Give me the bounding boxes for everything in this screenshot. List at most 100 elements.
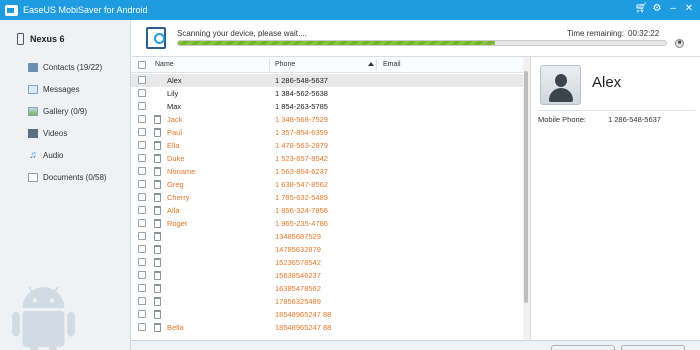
back-button[interactable] bbox=[551, 345, 615, 350]
settings-icon[interactable]: ⚙ bbox=[650, 2, 664, 16]
row-checkbox[interactable] bbox=[138, 89, 146, 97]
deleted-trash-icon bbox=[154, 232, 161, 241]
row-phone: 15638546237 bbox=[275, 271, 321, 280]
row-phone: 18548965247 88 bbox=[275, 310, 332, 319]
row-name: Roget bbox=[167, 219, 188, 228]
column-header-email[interactable]: Email bbox=[383, 61, 401, 68]
deleted-trash-icon bbox=[154, 245, 161, 254]
table-row[interactable]: Lily 1 384-562-5638 bbox=[131, 87, 523, 100]
window-title: EaseUS MobiSaver for Android bbox=[23, 5, 148, 15]
sidebar-item-videos[interactable]: Videos bbox=[28, 122, 107, 144]
row-checkbox[interactable] bbox=[138, 115, 146, 123]
row-checkbox[interactable] bbox=[138, 206, 146, 214]
select-all-checkbox[interactable] bbox=[138, 61, 146, 69]
row-checkbox[interactable] bbox=[138, 141, 146, 149]
row-checkbox[interactable] bbox=[138, 271, 146, 279]
column-separator bbox=[376, 59, 377, 71]
progress-fill bbox=[178, 41, 496, 45]
row-checkbox[interactable] bbox=[138, 297, 146, 305]
scrollbar-thumb[interactable] bbox=[524, 71, 528, 303]
table-row[interactable]: Noname 1 563-854-6237 bbox=[131, 165, 523, 178]
table-row[interactable]: Duke 1 523-657-8542 bbox=[131, 152, 523, 165]
table-row[interactable]: 15236578542 bbox=[131, 256, 523, 269]
table-row[interactable]: Jack 1 348-568-7529 bbox=[131, 113, 523, 126]
column-header-phone[interactable]: Phone bbox=[275, 61, 295, 68]
list-scrollbar[interactable] bbox=[523, 57, 530, 340]
contacts-icon bbox=[28, 62, 38, 72]
row-checkbox[interactable] bbox=[138, 258, 146, 266]
table-row[interactable]: Greg 1 638-547-8562 bbox=[131, 178, 523, 191]
table-row[interactable]: 16385478562 bbox=[131, 282, 523, 295]
table-row[interactable]: Paul 1 357-854-6359 bbox=[131, 126, 523, 139]
table-row[interactable]: Cherry 1 785-632-5489 bbox=[131, 191, 523, 204]
row-phone: 17856325489 bbox=[275, 297, 321, 306]
minimize-icon[interactable]: – bbox=[666, 2, 680, 16]
window-controls: 🛒︎ ⚙ – ✕ bbox=[634, 2, 696, 16]
row-checkbox[interactable] bbox=[138, 219, 146, 227]
table-row[interactable]: Max 1 854-263-5785 bbox=[131, 100, 523, 113]
sidebar-item-label: Contacts (19/22) bbox=[43, 62, 103, 72]
row-phone: 14785632879 bbox=[275, 245, 321, 254]
row-checkbox[interactable] bbox=[138, 128, 146, 136]
table-row[interactable]: Ella 1 478-563-2879 bbox=[131, 139, 523, 152]
row-checkbox[interactable] bbox=[138, 76, 146, 84]
bottom-bar bbox=[131, 340, 700, 350]
row-checkbox[interactable] bbox=[138, 167, 146, 175]
row-checkbox[interactable] bbox=[138, 284, 146, 292]
row-name: Bella bbox=[167, 323, 184, 332]
row-name: Alex bbox=[167, 76, 182, 85]
row-checkbox[interactable] bbox=[138, 180, 146, 188]
row-checkbox[interactable] bbox=[138, 323, 146, 331]
row-checkbox[interactable] bbox=[138, 193, 146, 201]
sidebar-item-label: Documents (0/58) bbox=[43, 172, 107, 182]
sidebar-nav: Contacts (19/22) Messages Gallery (0/9) … bbox=[28, 56, 107, 188]
row-checkbox[interactable] bbox=[138, 245, 146, 253]
sidebar-item-label: Gallery (0/9) bbox=[43, 106, 88, 116]
videos-icon bbox=[28, 128, 38, 138]
column-header-name[interactable]: Name bbox=[155, 61, 174, 68]
table-row[interactable]: Alla 1 856-324-7856 bbox=[131, 204, 523, 217]
sort-ascending-icon bbox=[368, 62, 374, 66]
close-icon[interactable]: ✕ bbox=[682, 2, 696, 16]
contact-detail-panel: Alex Mobile Phone: 1 286-548-5637 bbox=[530, 57, 700, 340]
table-row[interactable]: 14785632879 bbox=[131, 243, 523, 256]
table-row[interactable]: Roget 1 965-235-4786 bbox=[131, 217, 523, 230]
row-phone: 1 286-548-5637 bbox=[275, 76, 328, 85]
row-name: Cherry bbox=[167, 193, 190, 202]
device-item[interactable]: Nexus 6 bbox=[17, 33, 65, 45]
deleted-trash-icon bbox=[154, 310, 161, 319]
row-phone: 1 348-568-7529 bbox=[275, 115, 328, 124]
deleted-trash-icon bbox=[154, 180, 161, 189]
android-robot-icon bbox=[12, 286, 75, 350]
table-row[interactable]: 15638546237 bbox=[131, 269, 523, 282]
row-name: Jack bbox=[167, 115, 183, 124]
deleted-trash-icon bbox=[154, 297, 161, 306]
table-row[interactable]: 13485687529 bbox=[131, 230, 523, 243]
messages-icon bbox=[28, 84, 38, 94]
row-checkbox[interactable] bbox=[138, 310, 146, 318]
row-checkbox[interactable] bbox=[138, 154, 146, 162]
device-name: Nexus 6 bbox=[30, 34, 65, 44]
table-row[interactable]: 18548965247 88 bbox=[131, 308, 523, 321]
row-checkbox[interactable] bbox=[138, 232, 146, 240]
stop-scan-button[interactable]: ■ bbox=[675, 39, 684, 48]
sidebar-item-gallery[interactable]: Gallery (0/9) bbox=[28, 100, 107, 122]
sidebar-item-messages[interactable]: Messages bbox=[28, 78, 107, 100]
deleted-trash-icon bbox=[154, 219, 161, 228]
sidebar-item-contacts[interactable]: Contacts (19/22) bbox=[28, 56, 107, 78]
time-remaining-value: 00:32:22 bbox=[628, 29, 660, 38]
sidebar-item-audio[interactable]: ♫ Audio bbox=[28, 144, 107, 166]
recover-button[interactable] bbox=[621, 345, 685, 350]
app-logo-icon bbox=[5, 4, 18, 16]
deleted-trash-icon bbox=[154, 141, 161, 150]
table-row[interactable]: Bella 18548965247 88 bbox=[131, 321, 523, 334]
row-phone: 1 785-632-5489 bbox=[275, 193, 328, 202]
cart-icon[interactable]: 🛒︎ bbox=[634, 2, 648, 16]
title-bar: EaseUS MobiSaver for Android 🛒︎ ⚙ – ✕ bbox=[0, 0, 700, 20]
row-checkbox[interactable] bbox=[138, 102, 146, 110]
scan-status-text: Scanning your device, please wait.... bbox=[177, 29, 307, 38]
deleted-trash-icon bbox=[154, 128, 161, 137]
table-row[interactable]: Alex 1 286-548-5637 bbox=[131, 74, 523, 87]
sidebar-item-documents[interactable]: Documents (0/58) bbox=[28, 166, 107, 188]
table-row[interactable]: 17856325489 bbox=[131, 295, 523, 308]
